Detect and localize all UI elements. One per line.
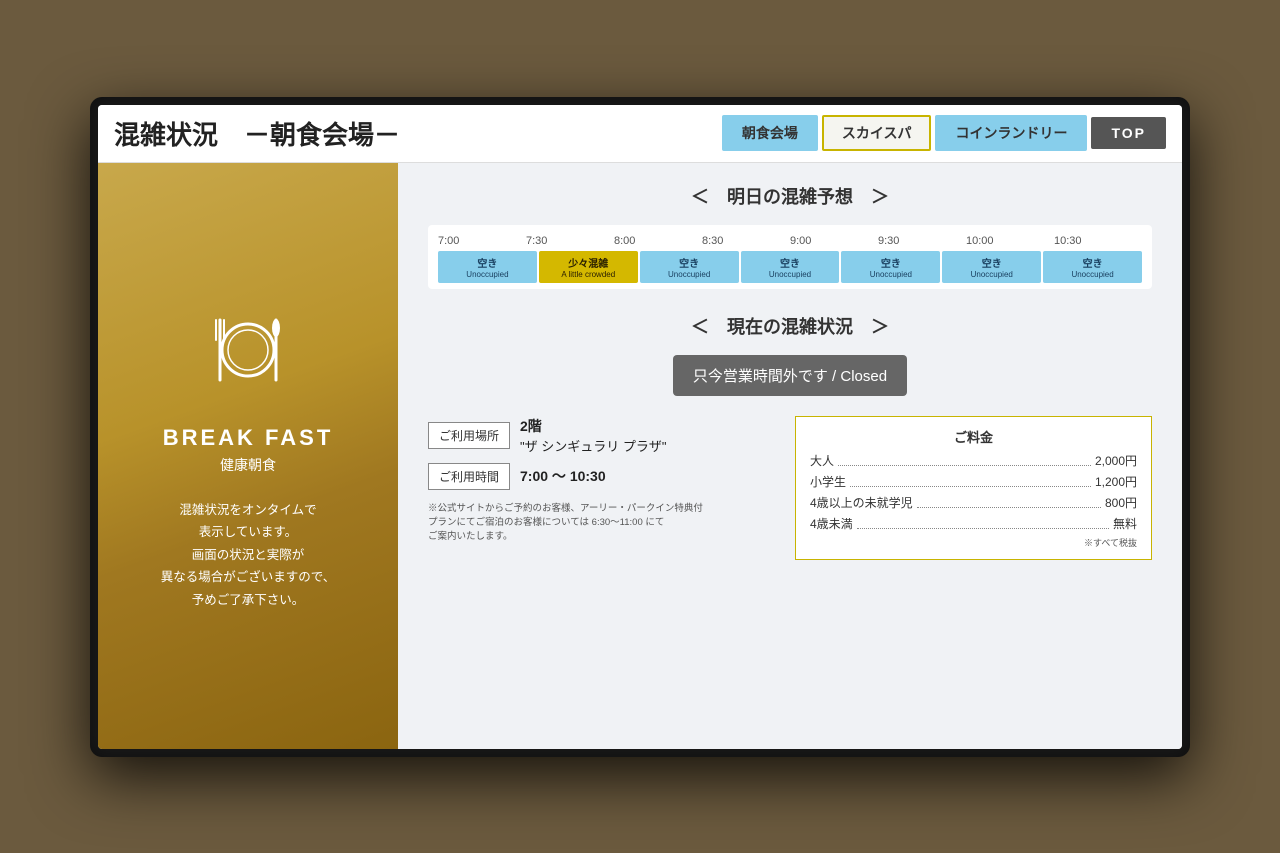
page-title: 混雑状況 －朝食会場－ bbox=[114, 115, 400, 152]
current-section-title: ＜ 現在の混雑状況 ＞ bbox=[428, 313, 1152, 339]
time-labels: 7:00 7:30 8:00 8:30 9:00 9:30 10:00 10:3… bbox=[438, 235, 1142, 247]
tab-skylounge[interactable]: スカイスパ bbox=[822, 115, 932, 151]
price-value-elementary: 1,200円 bbox=[1095, 473, 1137, 490]
price-row-elementary: 小学生 1,200円 bbox=[810, 473, 1137, 490]
timeline-container: 7:00 7:30 8:00 8:30 9:00 9:30 10:00 10:3… bbox=[428, 225, 1152, 289]
tomorrow-section-title: ＜ 明日の混雑予想 ＞ bbox=[428, 183, 1152, 209]
pricing-note: ※すべて税抜 bbox=[810, 536, 1137, 549]
price-row-infant: 4歳未満 無料 bbox=[810, 515, 1137, 532]
tab-top[interactable]: TOP bbox=[1091, 117, 1166, 149]
left-panel: BREAK FAST 健康朝食 混雑状況をオンタイムで表示しています。画面の状況… bbox=[98, 163, 398, 749]
time-label-5: 9:30 bbox=[878, 235, 966, 247]
plate-icon bbox=[198, 300, 298, 405]
header: 混雑状況 －朝食会場－ 朝食会場 スカイスパ コインランドリー TOP bbox=[98, 105, 1182, 163]
price-value-infant: 無料 bbox=[1113, 515, 1137, 532]
time-label-1: 7:30 bbox=[526, 235, 614, 247]
time-label-6: 10:00 bbox=[966, 235, 1054, 247]
right-panel: ＜ 明日の混雑予想 ＞ 7:00 7:30 8:00 8:30 9:00 9:3… bbox=[398, 163, 1182, 749]
breakfast-title-en: BREAK FAST bbox=[163, 425, 334, 451]
tab-laundry[interactable]: コインランドリー bbox=[935, 115, 1087, 151]
time-label-4: 9:00 bbox=[790, 235, 878, 247]
info-grid: ご利用場所 2階 "ザ シンギュラリ プラザ" ご利用時間 7:00 〜 10:… bbox=[428, 416, 1152, 560]
price-row-adult: 大人 2,000円 bbox=[810, 452, 1137, 469]
timeline-bars: 空き Unoccupied 少々混雑 A little crowded 空き U… bbox=[438, 251, 1142, 283]
price-row-preschool: 4歳以上の未就学児 800円 bbox=[810, 494, 1137, 511]
price-label-preschool: 4歳以上の未就学児 bbox=[810, 494, 913, 511]
hours-row: ご利用時間 7:00 〜 10:30 bbox=[428, 463, 785, 490]
bar-4: 空き Unoccupied bbox=[841, 251, 940, 283]
time-label-7: 10:30 bbox=[1054, 235, 1142, 247]
pricing-header: ご料金 bbox=[810, 427, 1137, 446]
price-label-adult: 大人 bbox=[810, 452, 834, 469]
location-name: "ザ シンギュラリ プラザ" bbox=[520, 436, 666, 455]
price-label-elementary: 小学生 bbox=[810, 473, 846, 490]
hours-label: ご利用時間 bbox=[428, 463, 510, 490]
bar-6: 空き Unoccupied bbox=[1043, 251, 1142, 283]
location-label: ご利用場所 bbox=[428, 422, 510, 449]
left-panel-description: 混雑状況をオンタイムで表示しています。画面の状況と実際が異なる場合がございますの… bbox=[161, 499, 336, 612]
bar-1: 少々混雑 A little crowded bbox=[539, 251, 638, 283]
location-row: ご利用場所 2階 "ザ シンギュラリ プラザ" bbox=[428, 416, 785, 455]
bar-2: 空き Unoccupied bbox=[640, 251, 739, 283]
breakfast-subtitle-jp: 健康朝食 bbox=[220, 455, 276, 475]
tv-frame: 混雑状況 －朝食会場－ 朝食会場 スカイスパ コインランドリー TOP bbox=[90, 97, 1190, 757]
location-floor: 2階 bbox=[520, 416, 666, 436]
info-left: ご利用場所 2階 "ザ シンギュラリ プラザ" ご利用時間 7:00 〜 10:… bbox=[428, 416, 785, 560]
nav-tabs: 朝食会場 スカイスパ コインランドリー TOP bbox=[722, 115, 1166, 151]
bar-5: 空き Unoccupied bbox=[942, 251, 1041, 283]
current-section: ＜ 現在の混雑状況 ＞ 只今営業時間外です / Closed bbox=[428, 313, 1152, 396]
time-label-0: 7:00 bbox=[438, 235, 526, 247]
time-label-3: 8:30 bbox=[702, 235, 790, 247]
hours-value: 7:00 〜 10:30 bbox=[520, 466, 606, 486]
price-label-infant: 4歳未満 bbox=[810, 515, 853, 532]
time-label-2: 8:00 bbox=[614, 235, 702, 247]
closed-badge: 只今営業時間外です / Closed bbox=[673, 355, 907, 396]
bar-0: 空き Unoccupied bbox=[438, 251, 537, 283]
tv-screen: 混雑状況 －朝食会場－ 朝食会場 スカイスパ コインランドリー TOP bbox=[98, 105, 1182, 749]
main-content: BREAK FAST 健康朝食 混雑状況をオンタイムで表示しています。画面の状況… bbox=[98, 163, 1182, 749]
tab-breakfast[interactable]: 朝食会場 bbox=[722, 115, 818, 151]
pricing-box: ご料金 大人 2,000円 小学生 1,200円 4歳以上の未就学児 bbox=[795, 416, 1152, 560]
price-value-adult: 2,000円 bbox=[1095, 452, 1137, 469]
price-value-preschool: 800円 bbox=[1105, 494, 1137, 511]
location-value: 2階 "ザ シンギュラリ プラザ" bbox=[520, 416, 666, 455]
bar-3: 空き Unoccupied bbox=[741, 251, 840, 283]
info-note: ※公式サイトからご予約のお客様、アーリー・パークイン特典付プランにてご宿泊のお客… bbox=[428, 502, 785, 545]
